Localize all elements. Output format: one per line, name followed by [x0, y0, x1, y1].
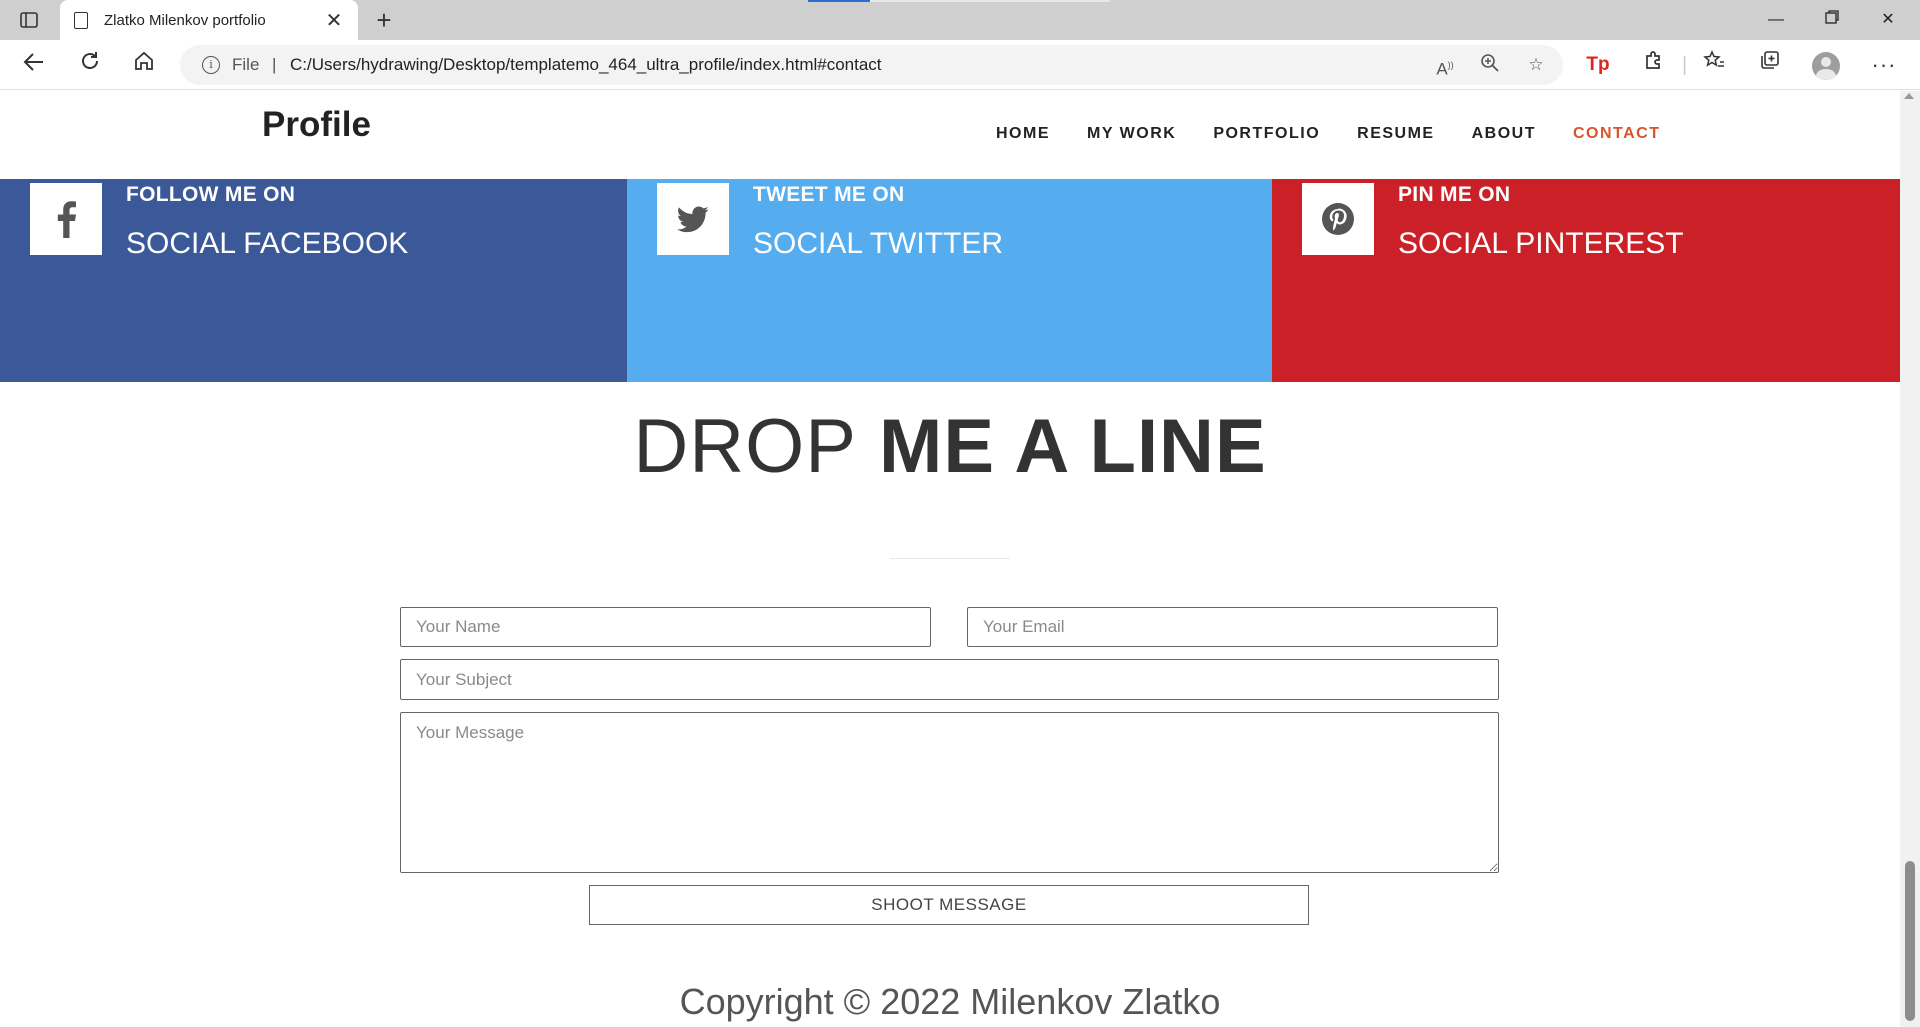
tab-title: Zlatko Milenkov portfolio: [104, 11, 266, 29]
subject-input[interactable]: [400, 659, 1499, 700]
email-input[interactable]: [967, 607, 1498, 647]
restore-window-button[interactable]: [1812, 4, 1852, 36]
read-aloud-icon[interactable]: A)): [1433, 53, 1457, 79]
profile-avatar-icon[interactable]: [1812, 52, 1840, 80]
twitter-title: SOCIAL TWITTER: [753, 227, 1004, 260]
address-bar[interactable]: i File | C:/Users/hydrawing/Desktop/temp…: [180, 45, 1563, 85]
heading-divider: [890, 558, 1010, 559]
address-url[interactable]: C:/Users/hydrawing/Desktop/templatemo_46…: [290, 55, 882, 75]
nav-home[interactable]: HOME: [996, 125, 1050, 143]
collections-icon[interactable]: [1754, 49, 1786, 81]
toolbar-separator: |: [1682, 54, 1688, 76]
pinterest-title: SOCIAL PINTEREST: [1398, 227, 1684, 260]
minimize-window-button[interactable]: —: [1756, 4, 1796, 36]
main-nav: HOME MY WORK PORTFOLIO RESUME ABOUT CONT…: [996, 125, 1698, 143]
tab-strip-accent-light: [870, 0, 1110, 2]
nav-resume[interactable]: RESUME: [1357, 125, 1434, 143]
social-twitter-block[interactable]: TWEET ME ON SOCIAL TWITTER: [627, 179, 1272, 382]
contact-heading-light: DROP: [633, 404, 857, 489]
close-window-button[interactable]: ✕: [1868, 4, 1908, 36]
facebook-subtitle: FOLLOW ME ON: [126, 183, 296, 206]
footer-copyright: Copyright © 2022 Milenkov Zlatko: [679, 981, 1221, 1022]
address-scheme-label: File: [232, 55, 260, 74]
name-input[interactable]: [400, 607, 931, 647]
site-logo[interactable]: Profile: [262, 105, 371, 145]
close-tab-icon[interactable]: ✕: [324, 8, 344, 33]
add-favorite-icon[interactable]: ☆: [1524, 53, 1548, 77]
twitter-icon[interactable]: [657, 183, 729, 255]
zoom-icon[interactable]: [1478, 53, 1502, 77]
shoot-message-button[interactable]: SHOOT MESSAGE: [589, 885, 1309, 925]
extensions-puzzle-icon[interactable]: [1638, 49, 1670, 81]
favorites-icon[interactable]: [1698, 49, 1730, 81]
tab-strip-accent: [808, 0, 870, 2]
browser-toolbar: i File | C:/Users/hydrawing/Desktop/temp…: [0, 40, 1920, 90]
settings-more-icon[interactable]: ···: [1868, 49, 1900, 81]
tab-actions-icon[interactable]: [14, 8, 44, 32]
site-info-icon[interactable]: i: [202, 56, 220, 74]
page-viewport: Profile HOME MY WORK PORTFOLIO RESUME AB…: [0, 91, 1900, 1027]
page-document-icon: [74, 11, 88, 29]
message-textarea[interactable]: [400, 712, 1499, 873]
new-tab-button[interactable]: +: [368, 4, 400, 36]
back-arrow-icon[interactable]: [18, 49, 50, 81]
contact-heading: DROP ME A LINE: [0, 403, 1900, 490]
facebook-icon[interactable]: [30, 183, 102, 255]
twitter-subtitle: TWEET ME ON: [753, 183, 905, 206]
facebook-title: SOCIAL FACEBOOK: [126, 227, 409, 260]
scrollbar-thumb[interactable]: [1905, 861, 1915, 1021]
nav-contact[interactable]: CONTACT: [1573, 125, 1661, 143]
scroll-up-arrow-icon[interactable]: [1904, 93, 1914, 99]
refresh-icon[interactable]: [74, 49, 106, 81]
pinterest-icon[interactable]: [1302, 183, 1374, 255]
pinterest-subtitle: PIN ME ON: [1398, 183, 1511, 206]
nav-my-work[interactable]: MY WORK: [1087, 125, 1176, 143]
page-scrollbar[interactable]: [1900, 91, 1920, 1027]
browser-tab-bar: Zlatko Milenkov portfolio ✕ + — ✕: [0, 0, 1920, 40]
social-facebook-block[interactable]: FOLLOW ME ON SOCIAL FACEBOOK: [0, 179, 627, 382]
extension-tp-icon[interactable]: Tp: [1582, 49, 1614, 81]
address-separator: |: [272, 55, 277, 74]
browser-tab-active[interactable]: Zlatko Milenkov portfolio ✕: [60, 0, 358, 40]
nav-about[interactable]: ABOUT: [1472, 125, 1536, 143]
social-pinterest-block[interactable]: PIN ME ON SOCIAL PINTEREST: [1272, 179, 1900, 382]
contact-heading-bold: ME A LINE: [879, 404, 1267, 489]
site-header: Profile HOME MY WORK PORTFOLIO RESUME AB…: [0, 91, 1900, 179]
home-icon[interactable]: [128, 49, 160, 81]
nav-portfolio[interactable]: PORTFOLIO: [1213, 125, 1320, 143]
